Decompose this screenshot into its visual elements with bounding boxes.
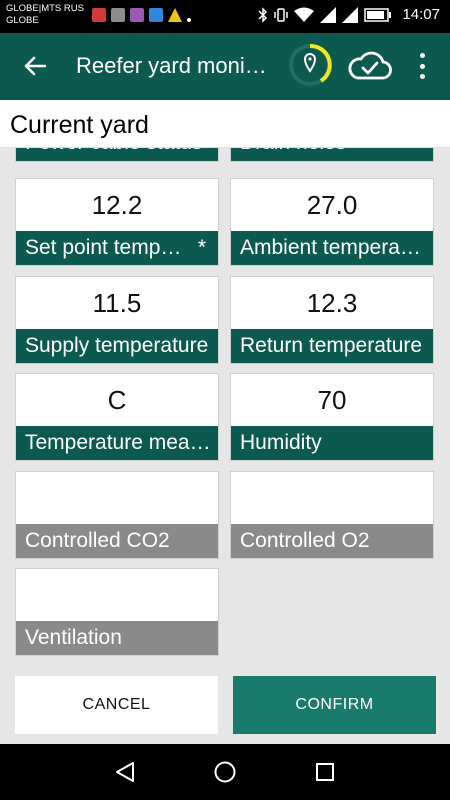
sync-button[interactable]: [347, 47, 393, 85]
signal-1-icon: [320, 6, 337, 23]
tile-value: [16, 569, 218, 621]
bluetooth-icon: [258, 6, 268, 23]
tile-supply-temperature[interactable]: 11.5 Supply temperature: [15, 276, 219, 364]
tile-value: 70: [317, 384, 347, 415]
tile-value: [231, 472, 433, 524]
drive-icon: [168, 8, 182, 22]
signal-2-icon: [342, 6, 359, 23]
tile-label-bar: Set point temp… *: [16, 231, 218, 265]
carrier-label: GLOBE|MTS RUS GLOBE: [6, 3, 84, 27]
chat-icon: [149, 8, 163, 22]
tile-label: Drain holes: [231, 148, 433, 161]
cancel-button[interactable]: CANCEL: [15, 676, 218, 734]
back-button[interactable]: [20, 51, 50, 81]
confirm-button[interactable]: CONFIRM: [233, 676, 436, 734]
tile-value: [16, 472, 218, 524]
tile-value: 11.5: [92, 287, 142, 318]
notification-icons: [92, 8, 191, 22]
nav-recents-icon[interactable]: [313, 760, 337, 784]
tile-return-temperature[interactable]: 12.3 Return temperature: [230, 276, 434, 364]
mail-icon: [92, 8, 106, 22]
carrier-line-1: GLOBE|MTS RUS: [6, 3, 84, 14]
reading-grid: Power cable status Drain holes 12.2 Set …: [0, 148, 450, 668]
tile-value: C: [107, 384, 127, 415]
gps-status-button[interactable]: [287, 42, 333, 88]
app-title: Reefer yard moni…: [76, 53, 267, 78]
arrow-left-icon: [24, 56, 46, 76]
tile-label: Humidity: [231, 426, 433, 460]
tile-set-point-temperature[interactable]: 12.2 Set point temp… *: [15, 178, 219, 266]
tile-controlled-o2[interactable]: Controlled O2: [230, 471, 434, 559]
tile-value: 27.0: [306, 189, 358, 220]
tile-label: Controlled O2: [231, 524, 433, 558]
cloud-check-icon: [348, 51, 392, 80]
app-bar: Reefer yard moni…: [0, 33, 450, 100]
system-icons: 14:07: [258, 6, 440, 23]
tile-label: Ambient tempera…: [231, 231, 433, 265]
tile-humidity[interactable]: 70 Humidity: [230, 373, 434, 461]
tile-label: Set point temp…: [25, 236, 182, 259]
status-bar: GLOBE|MTS RUS GLOBE 14:07: [0, 0, 450, 33]
vibrate-icon: [274, 7, 289, 22]
clock: 14:07: [402, 6, 440, 23]
tile-label: Ventilation: [16, 621, 218, 655]
tile-label: Return temperature: [231, 329, 433, 363]
tile-drain-holes[interactable]: Drain holes: [230, 148, 434, 162]
app-icon: [130, 8, 144, 22]
tile-label: Controlled CO2: [16, 524, 218, 558]
tile-label: Power cable status: [16, 148, 218, 161]
tile-power-cable-status[interactable]: Power cable status: [15, 148, 219, 162]
tile-label: Temperature mea…: [16, 426, 218, 460]
more-vert-icon[interactable]: [412, 53, 432, 79]
tile-value: 12.2: [91, 189, 143, 220]
wifi-icon: [294, 7, 315, 22]
tile-label: Supply temperature: [16, 329, 218, 363]
required-mark: *: [197, 236, 206, 259]
carrier-line-2: GLOBE: [6, 15, 39, 26]
section-title: Current yard: [0, 100, 450, 148]
navigation-bar: [0, 744, 450, 800]
tile-temperature-measurement[interactable]: C Temperature mea…: [15, 373, 219, 461]
location-pin-icon: [289, 43, 332, 86]
more-notifications-icon: [187, 18, 191, 22]
tile-controlled-co2[interactable]: Controlled CO2: [15, 471, 219, 559]
nav-home-icon[interactable]: [213, 760, 237, 784]
tile-value: 12.3: [306, 287, 358, 318]
nav-back-icon[interactable]: [113, 760, 137, 784]
tile-ventilation[interactable]: Ventilation: [15, 568, 219, 656]
tile-ambient-temperature[interactable]: 27.0 Ambient tempera…: [230, 178, 434, 266]
battery-icon: [364, 7, 392, 22]
gallery-icon: [111, 8, 125, 22]
